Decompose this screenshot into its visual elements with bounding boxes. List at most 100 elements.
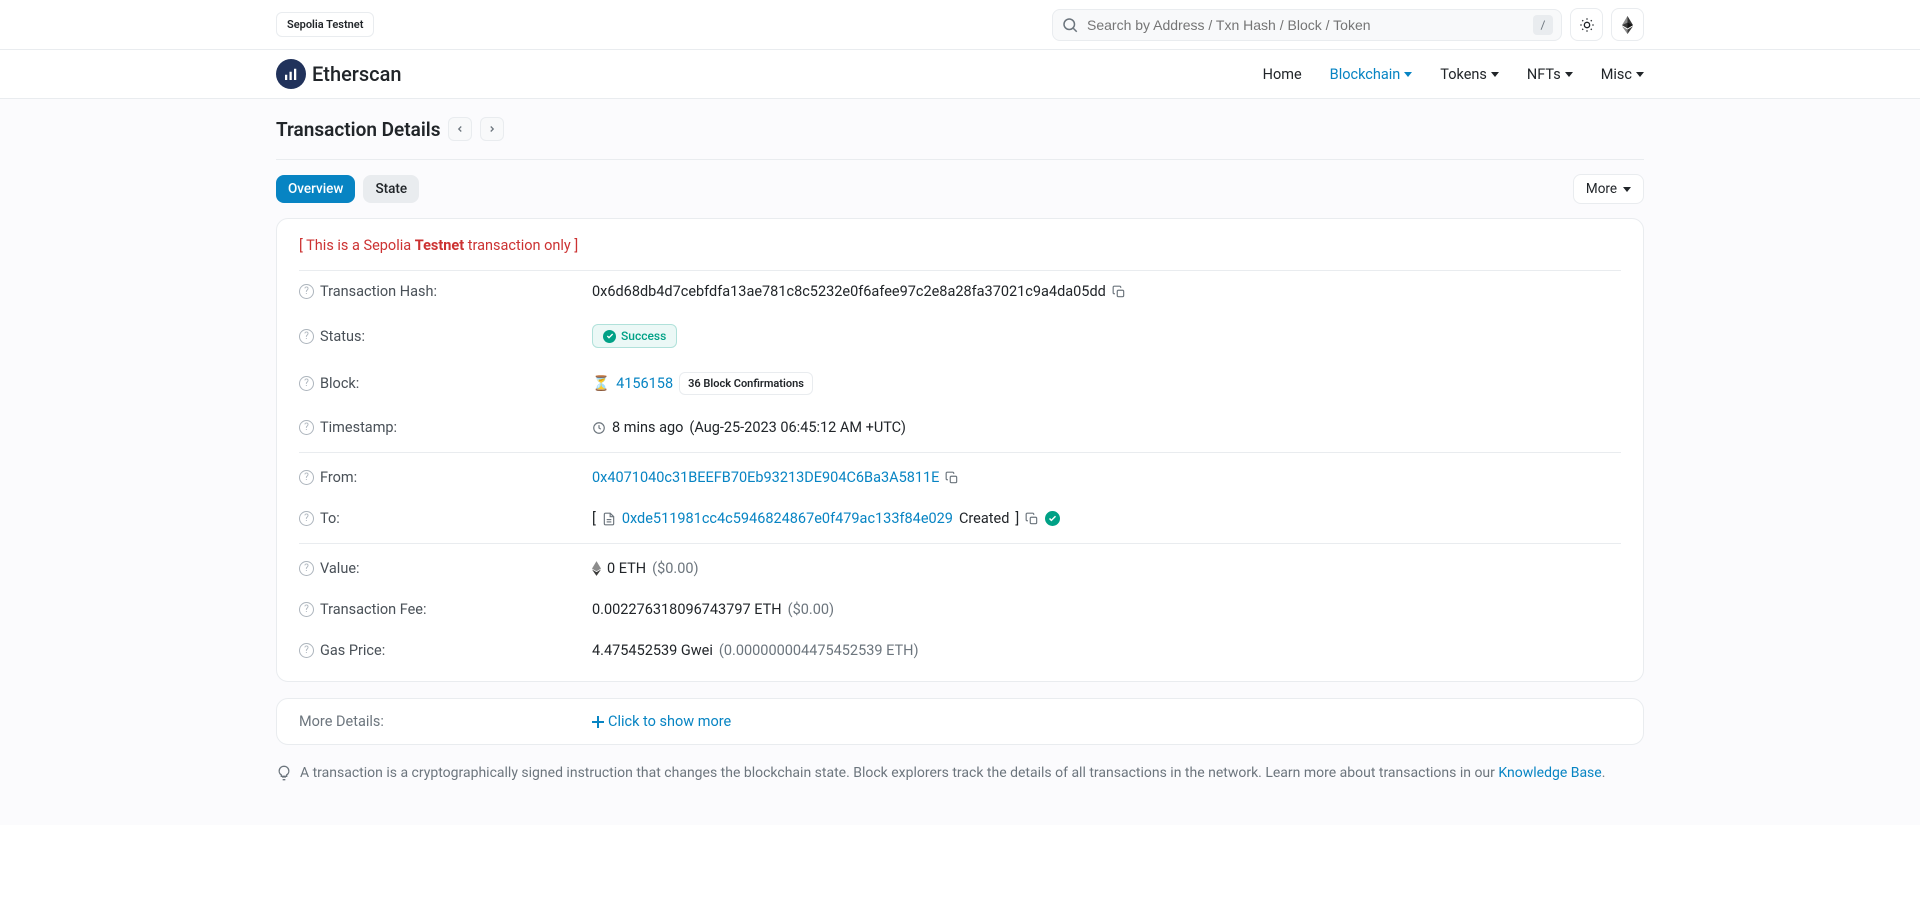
tabs: Overview State: [276, 175, 419, 203]
ethereum-network-button[interactable]: [1611, 8, 1644, 41]
document-icon: [602, 512, 616, 526]
value-eth: 0 ETH: [607, 560, 646, 577]
search-input[interactable]: [1079, 11, 1533, 39]
chevron-down-icon: [1623, 187, 1631, 192]
check-circle-icon: [1045, 511, 1060, 526]
label-moredetails: More Details:: [299, 713, 384, 730]
help-icon[interactable]: ?: [299, 561, 314, 576]
label-value: Value:: [320, 560, 360, 577]
help-icon[interactable]: ?: [299, 602, 314, 617]
label-from: From:: [320, 469, 357, 486]
label-block: Block:: [320, 375, 359, 392]
gas-eth: (0.000000004475452539 ETH): [719, 642, 919, 659]
help-icon[interactable]: ?: [299, 511, 314, 526]
tab-state[interactable]: State: [363, 175, 419, 203]
more-details-card: More Details: Click to show more: [276, 698, 1644, 745]
alert-prefix: [ This is a Sepolia: [299, 237, 415, 254]
logo-text: Etherscan: [312, 62, 402, 86]
nav-misc[interactable]: Misc: [1601, 66, 1644, 83]
page-title: Transaction Details: [276, 118, 440, 141]
page-header: Transaction Details: [276, 99, 1644, 160]
chevron-down-icon: [1491, 72, 1499, 77]
row-value: ? Value: 0 ETH ($0.00): [299, 543, 1621, 589]
chevron-left-icon: [455, 124, 465, 134]
footer-text: A transaction is a cryptographically sig…: [300, 765, 1498, 781]
copy-icon[interactable]: [945, 471, 959, 485]
to-created-label: Created: [959, 510, 1009, 527]
nav-nfts-label: NFTs: [1527, 66, 1561, 83]
nav-home[interactable]: Home: [1263, 66, 1302, 83]
nav-tokens-label: Tokens: [1440, 66, 1487, 83]
status-badge: Success: [592, 324, 677, 348]
main-nav: Etherscan Home Blockchain Tokens NFTs Mi…: [260, 50, 1660, 98]
help-icon[interactable]: ?: [299, 420, 314, 435]
row-to: ? To: [ 0xde511981cc4c5946824867e0f479ac…: [299, 498, 1621, 539]
block-link[interactable]: 4156158: [616, 375, 673, 392]
next-tx-button[interactable]: [480, 117, 504, 141]
nav-links: Home Blockchain Tokens NFTs Misc: [1263, 66, 1644, 83]
nav-nfts[interactable]: NFTs: [1527, 66, 1573, 83]
chart-bars-icon: [282, 65, 300, 83]
nav-misc-label: Misc: [1601, 66, 1632, 83]
show-more-button[interactable]: Click to show more: [592, 713, 731, 730]
clock-icon: [592, 421, 606, 435]
label-to: To:: [320, 510, 340, 527]
to-bracket-close: ]: [1015, 510, 1019, 527]
fee-eth: 0.002276318096743797 ETH: [592, 601, 782, 618]
label-gasprice: Gas Price:: [320, 642, 385, 659]
ethereum-icon: [592, 561, 601, 576]
chevron-down-icon: [1404, 72, 1412, 77]
more-menu-label: More: [1586, 181, 1617, 197]
logo-mark: [276, 59, 306, 89]
help-icon[interactable]: ?: [299, 329, 314, 344]
lightbulb-icon: [276, 765, 292, 781]
alert-bold: Testnet: [415, 237, 464, 254]
network-badge[interactable]: Sepolia Testnet: [276, 12, 374, 37]
testnet-alert: [ This is a Sepolia Testnet transaction …: [299, 237, 1621, 271]
from-address-link[interactable]: 0x4071040c31BEEFB70Eb93213DE904C6Ba3A581…: [592, 469, 939, 486]
help-icon[interactable]: ?: [299, 470, 314, 485]
label-fee: Transaction Fee:: [320, 601, 427, 618]
value-usd: ($0.00): [652, 560, 698, 577]
copy-icon[interactable]: [1112, 285, 1126, 299]
help-icon[interactable]: ?: [299, 284, 314, 299]
theme-toggle-button[interactable]: [1570, 8, 1603, 41]
search-slash-hint: /: [1533, 15, 1553, 35]
row-from: ? From: 0x4071040c31BEEFB70Eb93213DE904C…: [299, 452, 1621, 498]
tab-overview[interactable]: Overview: [276, 175, 355, 203]
footer-period: .: [1602, 765, 1606, 781]
prev-tx-button[interactable]: [448, 117, 472, 141]
row-status: ? Status: Success: [299, 312, 1621, 360]
search-icon: [1061, 16, 1079, 34]
row-txhash: ? Transaction Hash: 0x6d68db4d7cebfdfa13…: [299, 271, 1621, 312]
timestamp-ago: 8 mins ago: [612, 419, 683, 436]
hourglass-icon: ⏳: [592, 375, 610, 392]
txhash-value: 0x6d68db4d7cebfdfa13ae781c8c5232e0f6afee…: [592, 283, 1106, 300]
label-status: Status:: [320, 328, 365, 345]
chevron-right-icon: [487, 124, 497, 134]
knowledge-base-link[interactable]: Knowledge Base: [1498, 765, 1601, 781]
nav-tokens[interactable]: Tokens: [1440, 66, 1499, 83]
more-menu[interactable]: More: [1573, 174, 1644, 204]
fee-usd: ($0.00): [788, 601, 834, 618]
chevron-down-icon: [1636, 72, 1644, 77]
label-txhash: Transaction Hash:: [320, 283, 437, 300]
to-address-link[interactable]: 0xde511981cc4c5946824867e0f479ac133f84e0…: [622, 510, 953, 527]
copy-icon[interactable]: [1025, 512, 1039, 526]
to-bracket-open: [: [592, 510, 596, 527]
top-bar: Sepolia Testnet /: [260, 0, 1660, 49]
tab-row: Overview State More: [276, 160, 1644, 218]
nav-blockchain[interactable]: Blockchain: [1330, 66, 1413, 83]
help-icon[interactable]: ?: [299, 376, 314, 391]
status-text: Success: [621, 329, 666, 343]
chevron-down-icon: [1565, 72, 1573, 77]
sun-icon: [1579, 17, 1595, 33]
help-icon[interactable]: ?: [299, 643, 314, 658]
footer-note: A transaction is a cryptographically sig…: [276, 761, 1644, 785]
top-right-controls: /: [1052, 8, 1644, 41]
plus-icon: [592, 716, 604, 728]
logo[interactable]: Etherscan: [276, 59, 402, 89]
row-gasprice: ? Gas Price: 4.475452539 Gwei (0.0000000…: [299, 630, 1621, 663]
nav-blockchain-label: Blockchain: [1330, 66, 1401, 83]
search-container[interactable]: /: [1052, 9, 1562, 41]
